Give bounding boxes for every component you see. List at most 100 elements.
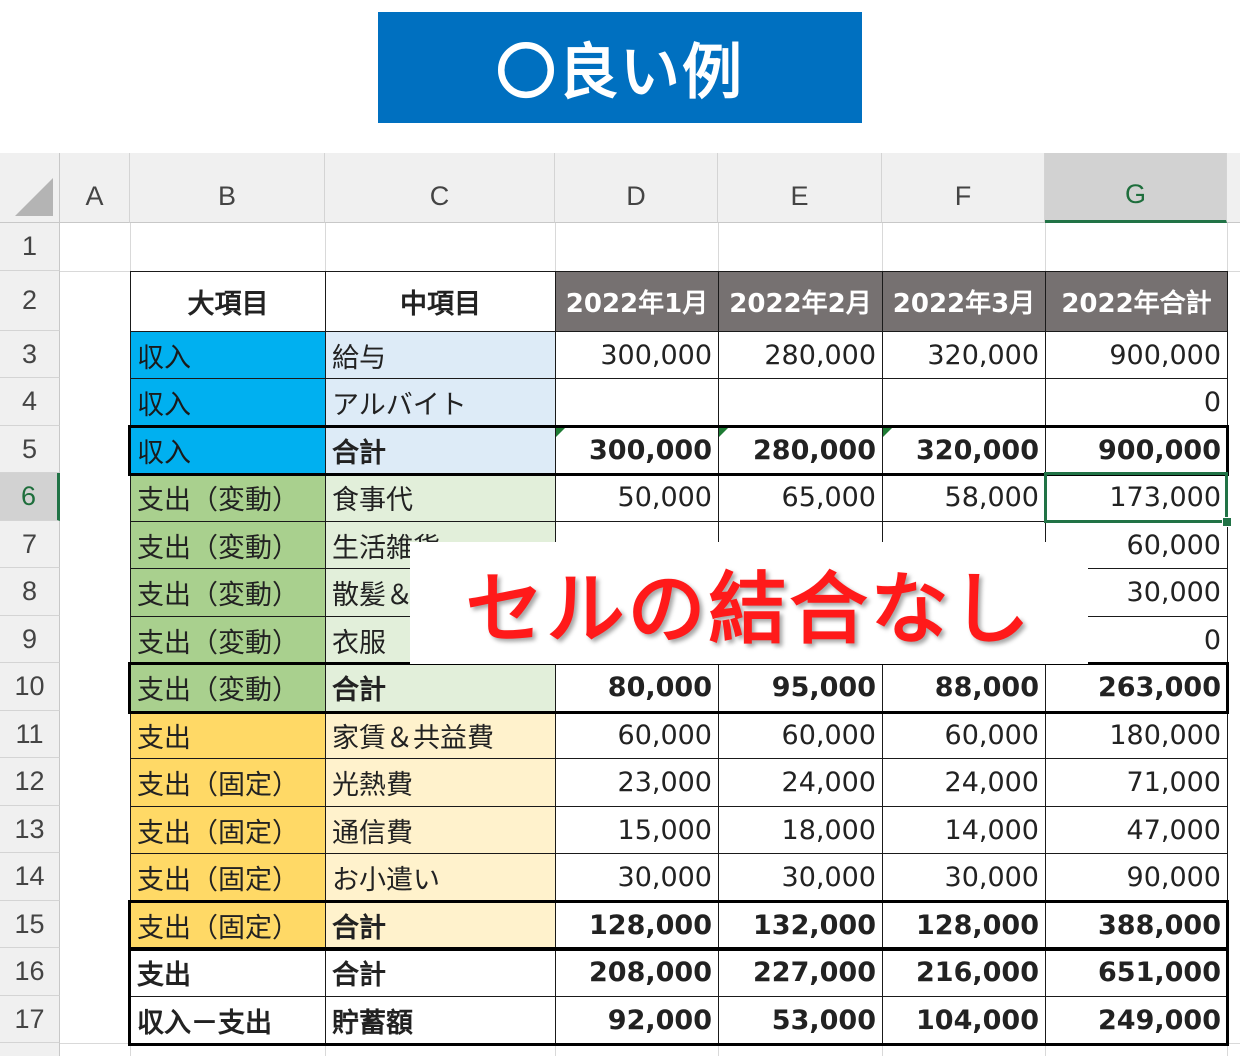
column-header-f[interactable]: F bbox=[882, 153, 1045, 223]
select-all-corner[interactable] bbox=[0, 153, 60, 223]
row-header-4[interactable]: 4 bbox=[0, 378, 60, 426]
cell-e16[interactable]: 227,000 bbox=[718, 948, 883, 997]
column-header-e[interactable]: E bbox=[718, 153, 882, 223]
cell-f13[interactable]: 14,000 bbox=[882, 806, 1046, 854]
cell-c5[interactable]: 合計 bbox=[325, 426, 556, 474]
cell-g5[interactable]: 900,000 bbox=[1045, 426, 1228, 474]
cell-d10[interactable]: 80,000 bbox=[555, 663, 719, 712]
cell-f17[interactable]: 104,000 bbox=[882, 996, 1046, 1044]
cell-e4[interactable] bbox=[718, 378, 883, 427]
cell-d12[interactable]: 23,000 bbox=[555, 758, 719, 807]
cell-b6[interactable]: 支出（変動） bbox=[130, 473, 326, 522]
cell-e12[interactable]: 24,000 bbox=[718, 758, 883, 807]
cell-c16[interactable]: 合計 bbox=[325, 948, 556, 997]
cell-b7[interactable]: 支出（変動） bbox=[130, 521, 326, 569]
cell-c3[interactable]: 給与 bbox=[325, 331, 556, 379]
header-cell-sub-item[interactable]: 中項目 bbox=[325, 271, 556, 332]
cell-c12[interactable]: 光熱費 bbox=[325, 758, 556, 807]
cell-e6[interactable]: 65,000 bbox=[718, 473, 883, 522]
row-header-14[interactable]: 14 bbox=[0, 853, 60, 901]
cell-b5[interactable]: 収入 bbox=[130, 426, 326, 474]
cell-b10[interactable]: 支出（変動） bbox=[130, 663, 326, 712]
column-header-g[interactable]: G bbox=[1045, 153, 1227, 223]
cell-e3[interactable]: 280,000 bbox=[718, 331, 883, 379]
cell-d17[interactable]: 92,000 bbox=[555, 996, 719, 1044]
row-header-18-partial[interactable] bbox=[0, 1043, 60, 1056]
cell-f12[interactable]: 24,000 bbox=[882, 758, 1046, 807]
column-header-c[interactable]: C bbox=[325, 153, 555, 223]
cell-g16[interactable]: 651,000 bbox=[1045, 948, 1228, 997]
cell-f15[interactable]: 128,000 bbox=[882, 901, 1046, 949]
cell-b4[interactable]: 収入 bbox=[130, 378, 326, 427]
header-cell-feb[interactable]: 2022年2月 bbox=[718, 271, 883, 332]
row-header-6[interactable]: 6 bbox=[0, 473, 60, 521]
row-header-1[interactable]: 1 bbox=[0, 223, 60, 271]
cell-f11[interactable]: 60,000 bbox=[882, 711, 1046, 759]
cell-g4[interactable]: 0 bbox=[1045, 378, 1228, 427]
cell-g3[interactable]: 900,000 bbox=[1045, 331, 1228, 379]
cell-c13[interactable]: 通信費 bbox=[325, 806, 556, 854]
cell-f3[interactable]: 320,000 bbox=[882, 331, 1046, 379]
cell-g6[interactable]: 173,000 bbox=[1045, 473, 1228, 522]
column-header-d[interactable]: D bbox=[555, 153, 718, 223]
cell-b8[interactable]: 支出（変動） bbox=[130, 568, 326, 617]
cell-c10[interactable]: 合計 bbox=[325, 663, 556, 712]
cell-d11[interactable]: 60,000 bbox=[555, 711, 719, 759]
column-header-a[interactable]: A bbox=[60, 153, 130, 223]
row-header-11[interactable]: 11 bbox=[0, 711, 60, 758]
row-header-7[interactable]: 7 bbox=[0, 521, 60, 568]
cell-e14[interactable]: 30,000 bbox=[718, 853, 883, 902]
cell-g13[interactable]: 47,000 bbox=[1045, 806, 1228, 854]
cell-b11[interactable]: 支出 bbox=[130, 711, 326, 759]
column-header-b[interactable]: B bbox=[130, 153, 325, 223]
row-header-3[interactable]: 3 bbox=[0, 331, 60, 378]
row-header-13[interactable]: 13 bbox=[0, 806, 60, 853]
cell-f16[interactable]: 216,000 bbox=[882, 948, 1046, 997]
cell-d4[interactable] bbox=[555, 378, 719, 427]
row-header-12[interactable]: 12 bbox=[0, 758, 60, 806]
row-header-5[interactable]: 5 bbox=[0, 426, 60, 473]
cell-g17[interactable]: 249,000 bbox=[1045, 996, 1228, 1044]
cell-g14[interactable]: 90,000 bbox=[1045, 853, 1228, 902]
cell-b9[interactable]: 支出（変動） bbox=[130, 616, 326, 664]
cell-g11[interactable]: 180,000 bbox=[1045, 711, 1228, 759]
cell-f10[interactable]: 88,000 bbox=[882, 663, 1046, 712]
cell-b17[interactable]: 収入－支出 bbox=[130, 996, 326, 1044]
row-header-15[interactable]: 15 bbox=[0, 901, 60, 948]
row-header-8[interactable]: 8 bbox=[0, 568, 60, 616]
cell-d6[interactable]: 50,000 bbox=[555, 473, 719, 522]
cell-b14[interactable]: 支出（固定） bbox=[130, 853, 326, 902]
cell-c6[interactable]: 食事代 bbox=[325, 473, 556, 522]
row-header-9[interactable]: 9 bbox=[0, 616, 60, 663]
row-header-17[interactable]: 17 bbox=[0, 996, 60, 1043]
cell-f5[interactable]: 320,000 bbox=[882, 426, 1046, 474]
cell-b16[interactable]: 支出 bbox=[130, 948, 326, 997]
cell-d13[interactable]: 15,000 bbox=[555, 806, 719, 854]
cell-f6[interactable]: 58,000 bbox=[882, 473, 1046, 522]
cell-c14[interactable]: お小遣い bbox=[325, 853, 556, 902]
cell-e17[interactable]: 53,000 bbox=[718, 996, 883, 1044]
header-cell-jan[interactable]: 2022年1月 bbox=[555, 271, 719, 332]
cell-d16[interactable]: 208,000 bbox=[555, 948, 719, 997]
cell-e13[interactable]: 18,000 bbox=[718, 806, 883, 854]
header-cell-total[interactable]: 2022年合計 bbox=[1045, 271, 1228, 332]
cell-d14[interactable]: 30,000 bbox=[555, 853, 719, 902]
cell-d15[interactable]: 128,000 bbox=[555, 901, 719, 949]
row-header-2[interactable]: 2 bbox=[0, 271, 60, 331]
cell-c4[interactable]: アルバイト bbox=[325, 378, 556, 427]
fill-handle[interactable] bbox=[1222, 517, 1232, 527]
cell-c11[interactable]: 家賃＆共益費 bbox=[325, 711, 556, 759]
row-header-16[interactable]: 16 bbox=[0, 948, 60, 996]
cell-g15[interactable]: 388,000 bbox=[1045, 901, 1228, 949]
cell-g12[interactable]: 71,000 bbox=[1045, 758, 1228, 807]
header-cell-major-item[interactable]: 大項目 bbox=[130, 271, 326, 332]
column-header-h-partial[interactable] bbox=[1227, 153, 1240, 223]
cell-b13[interactable]: 支出（固定） bbox=[130, 806, 326, 854]
cell-b15[interactable]: 支出（固定） bbox=[130, 901, 326, 949]
cell-e15[interactable]: 132,000 bbox=[718, 901, 883, 949]
cell-f4[interactable] bbox=[882, 378, 1046, 427]
cell-c17[interactable]: 貯蓄額 bbox=[325, 996, 556, 1044]
cell-f14[interactable]: 30,000 bbox=[882, 853, 1046, 902]
cell-e5[interactable]: 280,000 bbox=[718, 426, 883, 474]
row-header-10[interactable]: 10 bbox=[0, 663, 60, 711]
